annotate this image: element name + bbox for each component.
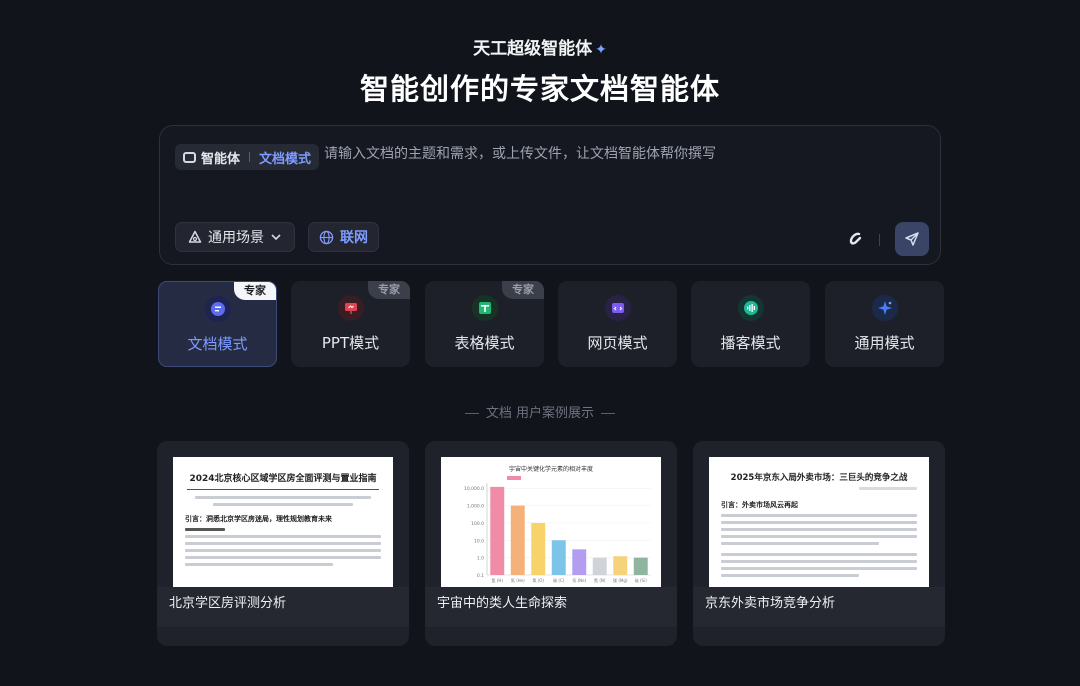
toolbar-divider	[879, 234, 880, 246]
attachment-icon[interactable]	[848, 231, 864, 247]
chip-divider	[249, 152, 251, 162]
x-tick-label: 氮 (N)	[594, 577, 606, 583]
y-tick-label: 10.0	[474, 538, 484, 544]
expert-badge: 专家	[368, 281, 410, 299]
y-tick-label: 100.0	[471, 521, 484, 527]
doc-heading: 引言：外卖市场风云再起	[721, 501, 798, 509]
prompt-composer: 智能体 文档模式 通用场景 联网	[159, 125, 941, 265]
expert-badge: 专家	[502, 281, 544, 299]
chart-bar	[592, 557, 607, 575]
web-label: 联网	[340, 230, 368, 246]
prompt-input[interactable]	[324, 146, 884, 162]
mode-label: PPT模式	[321, 334, 380, 352]
case-thumbnail: 2025年京东入局外卖市场：三巨头的竞争之战 引言：外卖市场风云再起	[709, 457, 929, 588]
x-tick-label: 碳 (C)	[553, 577, 565, 583]
chart-title: 宇宙中关键化学元素的相对丰度	[509, 465, 593, 473]
chart-bar	[531, 522, 546, 575]
scene-dropdown[interactable]: 通用场景	[175, 222, 295, 252]
mode-card-ppt[interactable]: PPT模式 专家	[291, 281, 410, 367]
cases-section-title: 文档 用户案例展示	[0, 402, 1080, 421]
cases-title-text: 文档 用户案例展示	[485, 406, 595, 421]
y-tick-label: 10,000.0	[464, 486, 484, 492]
case-label: 宇宙中的类人生命探索	[425, 587, 677, 627]
legend-swatch	[507, 476, 521, 480]
brand-label: 天工超级智能体	[473, 39, 593, 59]
x-tick-label: 镁 (Mg)	[613, 577, 628, 583]
mode-card-sheet[interactable]: 表格模式 专家	[425, 281, 544, 367]
case-label: 京东外卖市场竞争分析	[693, 587, 945, 627]
case-thumbnail: 宇宙中关键化学元素的相对丰度 10,000.0 1,000.0 100.0 10.0 1…	[441, 457, 661, 588]
doc-heading: 引言：洞悉北京学区房迷局，理性规划教育未来	[185, 515, 332, 523]
chevron-down-icon	[271, 234, 281, 241]
case-card-universe[interactable]: 宇宙中关键化学元素的相对丰度 10,000.0 1,000.0 100.0 10.0 1…	[425, 441, 677, 646]
chart-bar	[633, 557, 648, 575]
case-card-beijing[interactable]: 2024北京核心区域学区房全面评测与置业指南 引言：洞悉北京学区房迷局，理性规划…	[157, 441, 409, 646]
case-label: 北京学区房评测分析	[157, 587, 409, 627]
x-tick-label: 氖 (Ne)	[572, 577, 586, 583]
y-tick-label: 0.1	[477, 573, 484, 579]
mode-label: 网页模式	[587, 334, 648, 352]
case-card-jd[interactable]: 2025年京东入局外卖市场：三巨头的竞争之战 引言：外卖市场风云再起 京东外卖市…	[693, 441, 945, 646]
chart-bar	[510, 505, 525, 575]
globe-icon	[319, 230, 334, 244]
chart-bar	[551, 540, 566, 575]
y-tick-label: 1,000.0	[467, 504, 484, 510]
web-mode-icon	[604, 295, 631, 321]
mode-selector: 文档模式 专家 PPT模式 专家 表格模式 专家 网页模式 播客模式 通用模式	[158, 281, 944, 367]
title-dash	[601, 413, 616, 414]
y-tick-label: 1.0	[477, 556, 484, 562]
mode-label: 通用模式	[854, 334, 915, 352]
doc-mode-icon	[204, 296, 231, 322]
mode-card-doc[interactable]: 文档模式 专家	[158, 281, 277, 367]
mode-card-web[interactable]: 网页模式	[558, 281, 677, 367]
scene-label: 通用场景	[208, 230, 264, 246]
title-dash	[464, 413, 479, 414]
x-tick-label: 氦 (He)	[511, 577, 525, 583]
podcast-mode-icon	[737, 295, 764, 321]
doc-title: 2025年京东入局外卖市场：三巨头的竞争之战	[730, 473, 908, 483]
mode-label: 播客模式	[720, 334, 781, 352]
expert-badge: 专家	[234, 282, 276, 300]
send-button[interactable]	[895, 222, 929, 256]
send-icon	[905, 232, 919, 246]
abundance-chart: 宇宙中关键化学元素的相对丰度 10,000.0 1,000.0 100.0 10.0 1…	[464, 465, 651, 583]
robot-icon	[183, 151, 196, 163]
current-mode-label: 文档模式	[259, 151, 312, 167]
chart-bar	[490, 486, 505, 575]
general-mode-icon	[871, 295, 898, 321]
x-tick-label: 氧 (O)	[532, 577, 544, 583]
sheet-mode-icon	[471, 295, 498, 321]
mode-label: 文档模式	[187, 335, 248, 353]
page-title: 智能创作的专家文档智能体	[359, 72, 720, 106]
scene-icon	[188, 230, 202, 243]
agent-label: 智能体	[201, 151, 241, 167]
doc-title: 2024北京核心区域学区房全面评测与置业指南	[189, 474, 377, 484]
chart-bar	[572, 549, 587, 575]
x-tick-label: 硅 (Si)	[635, 577, 647, 583]
sparkle-icon: ✦	[595, 42, 607, 58]
x-tick-label: 氢 (H)	[492, 577, 504, 583]
mode-chip[interactable]: 智能体 文档模式	[175, 144, 320, 170]
mode-card-general[interactable]: 通用模式	[825, 281, 944, 367]
brand-title: 天工超级智能体 ✦	[0, 34, 1080, 59]
mode-card-podcast[interactable]: 播客模式	[691, 281, 810, 367]
mode-label: 表格模式	[454, 334, 515, 352]
ppt-mode-icon	[337, 295, 364, 321]
case-thumbnail: 2024北京核心区域学区房全面评测与置业指南 引言：洞悉北京学区房迷局，理性规划…	[173, 457, 393, 588]
web-search-toggle[interactable]: 联网	[308, 222, 379, 252]
chart-bar	[613, 556, 628, 575]
